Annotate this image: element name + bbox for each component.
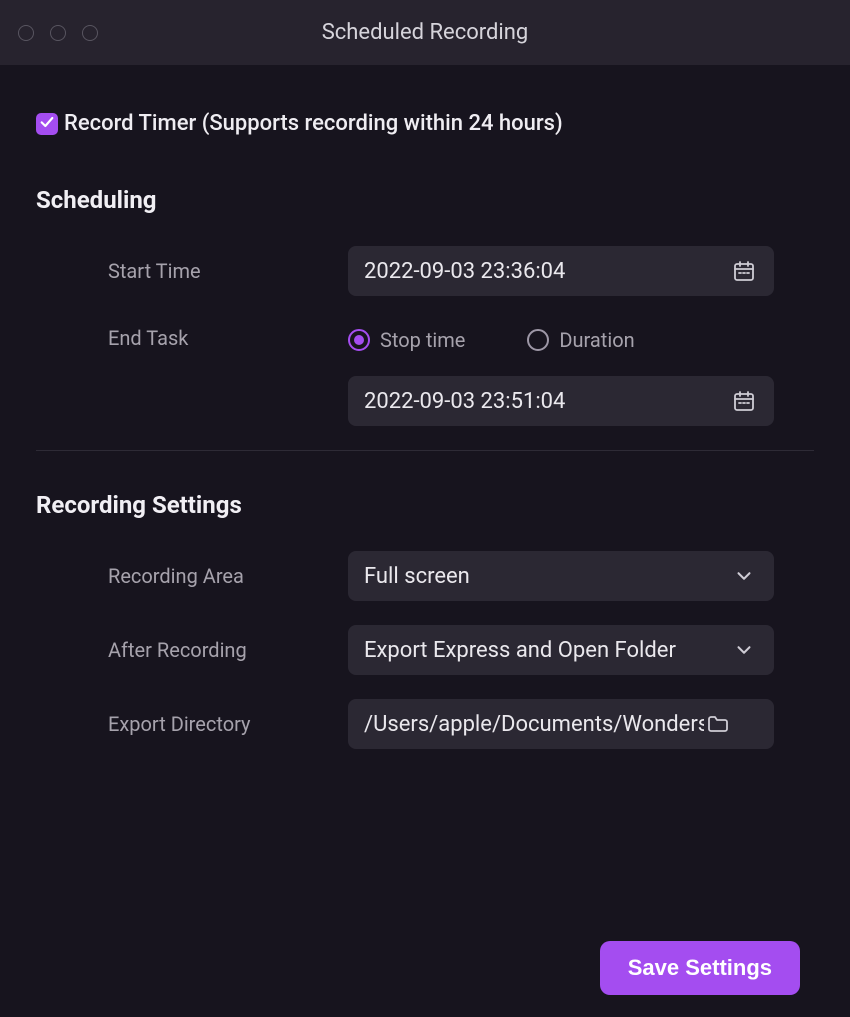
start-time-field[interactable]: 2022-09-03 23:36:04 (348, 246, 774, 296)
recording-area-label: Recording Area (36, 564, 348, 588)
export-directory-value: /Users/apple/Documents/Wondershare DemoC… (364, 712, 704, 737)
zoom-window-button[interactable] (82, 25, 98, 41)
window-title: Scheduled Recording (0, 20, 850, 45)
recording-area-select[interactable]: Full screen (348, 551, 774, 601)
close-window-button[interactable] (18, 25, 34, 41)
calendar-icon[interactable] (730, 257, 758, 285)
export-directory-row: Export Directory /Users/apple/Documents/… (36, 699, 814, 749)
scheduling-heading: Scheduling (36, 186, 814, 214)
duration-option[interactable]: Duration (527, 328, 634, 352)
recording-area-value: Full screen (364, 564, 730, 589)
window-controls (18, 25, 98, 41)
end-time-value: 2022-09-03 23:51:04 (364, 389, 730, 414)
minimize-window-button[interactable] (50, 25, 66, 41)
titlebar: Scheduled Recording (0, 0, 850, 65)
stop-time-radio-label: Stop time (380, 328, 465, 352)
start-time-value: 2022-09-03 23:36:04 (364, 259, 730, 284)
footer: Save Settings (600, 941, 800, 995)
start-time-label: Start Time (36, 259, 348, 283)
start-time-row: Start Time 2022-09-03 23:36:04 (36, 246, 814, 296)
recording-settings-heading: Recording Settings (36, 491, 814, 519)
export-directory-label: Export Directory (36, 712, 348, 736)
duration-radio-label: Duration (559, 328, 634, 352)
after-recording-row: After Recording Export Express and Open … (36, 625, 814, 675)
save-settings-button[interactable]: Save Settings (600, 941, 800, 995)
end-task-label: End Task (36, 320, 348, 350)
after-recording-value: Export Express and Open Folder (364, 638, 730, 663)
record-timer-checkbox[interactable] (36, 113, 58, 135)
export-directory-field[interactable]: /Users/apple/Documents/Wondershare DemoC… (348, 699, 774, 749)
end-task-radio-group: Stop time Duration (348, 320, 774, 360)
end-task-row: End Task Stop time Duration 2022-09-03 2… (36, 320, 814, 426)
stop-time-option[interactable]: Stop time (348, 328, 465, 352)
end-time-field[interactable]: 2022-09-03 23:51:04 (348, 376, 774, 426)
duration-radio[interactable] (527, 329, 549, 351)
calendar-icon[interactable] (730, 387, 758, 415)
record-timer-label: Record Timer (Supports recording within … (64, 111, 563, 136)
stop-time-radio[interactable] (348, 329, 370, 351)
recording-area-row: Recording Area Full screen (36, 551, 814, 601)
after-recording-label: After Recording (36, 638, 348, 662)
folder-icon[interactable] (704, 710, 732, 738)
record-timer-row[interactable]: Record Timer (Supports recording within … (36, 111, 814, 136)
check-icon (39, 114, 55, 134)
section-divider (36, 450, 814, 451)
chevron-down-icon (730, 562, 758, 590)
content-area: Record Timer (Supports recording within … (0, 65, 850, 749)
after-recording-select[interactable]: Export Express and Open Folder (348, 625, 774, 675)
chevron-down-icon (730, 636, 758, 664)
